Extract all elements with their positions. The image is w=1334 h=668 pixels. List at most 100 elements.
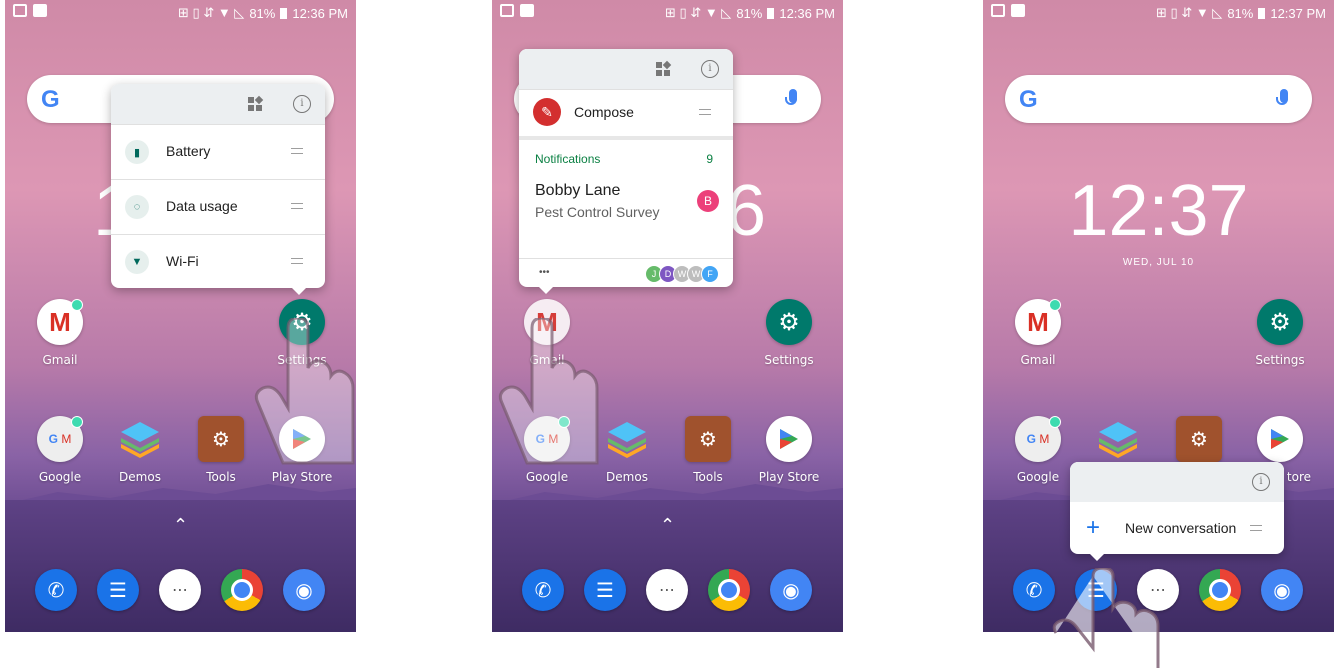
signal-icons: ⊞ ▯ ⇵ ▼ ◺ bbox=[178, 5, 245, 20]
phone-icon[interactable]: ✆ bbox=[35, 569, 77, 611]
toolbox-icon: ⚙ bbox=[685, 416, 731, 462]
shortcut-battery[interactable]: ▮ Battery bbox=[111, 124, 325, 179]
mic-icon[interactable] bbox=[785, 89, 797, 105]
app-info-icon[interactable]: i bbox=[701, 60, 719, 78]
popup-header: i bbox=[519, 49, 733, 89]
app-demos[interactable]: Demos bbox=[105, 416, 175, 484]
signal-icons: ⊞ ▯ ⇵ ▼ ◺ bbox=[665, 5, 732, 20]
gallery-icon bbox=[520, 4, 534, 17]
sender-avatar: B bbox=[697, 190, 719, 212]
notification-sender: Bobby Lane bbox=[535, 182, 621, 199]
image-icon bbox=[991, 4, 1005, 17]
status-bar: ⊞ ▯ ⇵ ▼ ◺ 81% 12:36 PM bbox=[492, 0, 843, 24]
app-play-store[interactable]: Play Store bbox=[754, 416, 824, 484]
drag-handle-icon[interactable] bbox=[291, 258, 303, 264]
chrome-icon[interactable] bbox=[221, 569, 263, 611]
shortcut-wifi[interactable]: ▼ Wi-Fi bbox=[111, 234, 325, 289]
notifications-heading: Notifications bbox=[535, 152, 601, 166]
shortcut-label: Data usage bbox=[166, 198, 238, 214]
touch-hand-icon bbox=[1052, 568, 1160, 668]
image-icon bbox=[500, 4, 514, 17]
app-label: Tools bbox=[206, 470, 236, 484]
drag-handle-icon[interactable] bbox=[1250, 525, 1262, 531]
compose-pencil-icon: ✎ bbox=[533, 98, 561, 126]
touch-hand-icon bbox=[254, 318, 355, 465]
status-time: 12:36 PM bbox=[779, 5, 835, 21]
app-label: Play Store bbox=[271, 470, 333, 484]
shortcut-label: Wi-Fi bbox=[166, 253, 199, 269]
app-drawer-chevron-icon[interactable]: ⌃ bbox=[5, 515, 356, 536]
phone-icon[interactable]: ✆ bbox=[522, 569, 564, 611]
camera-icon[interactable]: ◉ bbox=[1261, 569, 1303, 611]
phone-screen-3: ⊞ ▯ ⇵ ▼ ◺ 81% 12:37 PM G 12:37 WED, JUL … bbox=[983, 0, 1334, 632]
google-folder-icon: G M bbox=[37, 416, 83, 462]
clock-date: WED, JUL 10 bbox=[1122, 257, 1195, 268]
app-google-folder[interactable]: G M Google bbox=[1003, 416, 1073, 484]
shortcut-new-conversation[interactable]: + New conversation bbox=[1070, 502, 1284, 554]
popup-header: i bbox=[111, 84, 325, 124]
play-store-icon bbox=[766, 416, 812, 462]
app-label: Google bbox=[525, 470, 569, 484]
app-info-icon[interactable]: i bbox=[1252, 473, 1270, 491]
app-drawer-icon[interactable]: ⋯ bbox=[646, 569, 688, 611]
play-store-icon bbox=[1257, 416, 1303, 462]
app-label: Settings bbox=[764, 353, 814, 367]
drag-handle-icon[interactable] bbox=[699, 109, 711, 115]
status-time: 12:36 PM bbox=[292, 5, 348, 21]
notification-item[interactable]: Bobby Lane Pest Control Survey B bbox=[519, 176, 733, 236]
layers-icon bbox=[604, 416, 650, 462]
phone-screen-1: ⊞ ▯ ⇵ ▼ ◺ 81% 12:36 PM G 1 i ▮ Battery ◌… bbox=[5, 0, 356, 632]
plus-icon: + bbox=[1086, 514, 1101, 541]
google-logo-icon: G bbox=[1019, 86, 1038, 113]
layers-icon bbox=[1095, 416, 1141, 462]
app-drawer-icon[interactable]: ⋯ bbox=[159, 569, 201, 611]
app-settings[interactable]: ⚙ Settings bbox=[1245, 299, 1315, 367]
messages-icon[interactable]: ☰ bbox=[97, 569, 139, 611]
notifications-section: Notifications 9 Bobby Lane Pest Control … bbox=[519, 136, 733, 258]
app-gmail[interactable]: M Gmail bbox=[1003, 299, 1073, 367]
drag-handle-icon[interactable] bbox=[291, 148, 303, 154]
toolbox-icon: ⚙ bbox=[1176, 416, 1222, 462]
notifications-footer: ••• J D W W F bbox=[519, 258, 733, 289]
chrome-icon[interactable] bbox=[1199, 569, 1241, 611]
touch-hand-icon bbox=[498, 318, 599, 465]
status-bar: ⊞ ▯ ⇵ ▼ ◺ 81% 12:37 PM bbox=[983, 0, 1334, 24]
app-drawer-chevron-icon[interactable]: ⌃ bbox=[492, 515, 843, 536]
data-usage-icon: ◌ bbox=[125, 195, 149, 219]
battery-percent: 81% bbox=[249, 5, 276, 21]
widgets-icon[interactable] bbox=[248, 95, 264, 113]
app-tools[interactable]: ⚙ bbox=[1164, 416, 1234, 462]
app-gmail[interactable]: M Gmail bbox=[25, 299, 95, 367]
app-tools[interactable]: ⚙ Tools bbox=[673, 416, 743, 484]
google-search-bar[interactable]: G bbox=[1005, 75, 1312, 123]
settings-gear-icon: ⚙ bbox=[766, 299, 812, 345]
battery-icon: ▮ bbox=[125, 140, 149, 164]
app-label: Tools bbox=[693, 470, 723, 484]
shortcut-data-usage[interactable]: ◌ Data usage bbox=[111, 179, 325, 234]
app-label: Google bbox=[1016, 470, 1060, 484]
app-tools[interactable]: ⚙ Tools bbox=[186, 416, 256, 484]
app-info-icon[interactable]: i bbox=[293, 95, 311, 113]
messages-icon[interactable]: ☰ bbox=[584, 569, 626, 611]
layers-icon bbox=[117, 416, 163, 462]
drag-handle-icon[interactable] bbox=[291, 203, 303, 209]
avatar: F bbox=[701, 265, 719, 283]
mic-icon[interactable] bbox=[1276, 89, 1288, 105]
widgets-icon[interactable] bbox=[656, 60, 672, 78]
app-demos[interactable] bbox=[1083, 416, 1153, 462]
app-google-folder[interactable]: G M Google bbox=[25, 416, 95, 484]
camera-icon[interactable]: ◉ bbox=[770, 569, 812, 611]
gmail-icon: M bbox=[1015, 299, 1061, 345]
chrome-icon[interactable] bbox=[708, 569, 750, 611]
app-settings[interactable]: ⚙ Settings bbox=[754, 299, 824, 367]
app-label: Play Store bbox=[758, 470, 820, 484]
camera-icon[interactable]: ◉ bbox=[283, 569, 325, 611]
toolbox-icon: ⚙ bbox=[198, 416, 244, 462]
settings-gear-icon: ⚙ bbox=[1257, 299, 1303, 345]
shortcut-compose[interactable]: ✎ Compose bbox=[519, 89, 733, 136]
popup-pointer bbox=[1089, 553, 1105, 561]
wifi-icon: ▼ bbox=[125, 250, 149, 274]
battery-icon bbox=[767, 7, 775, 19]
app-label: Gmail bbox=[1020, 353, 1056, 367]
more-notifications[interactable]: ••• bbox=[539, 267, 550, 278]
